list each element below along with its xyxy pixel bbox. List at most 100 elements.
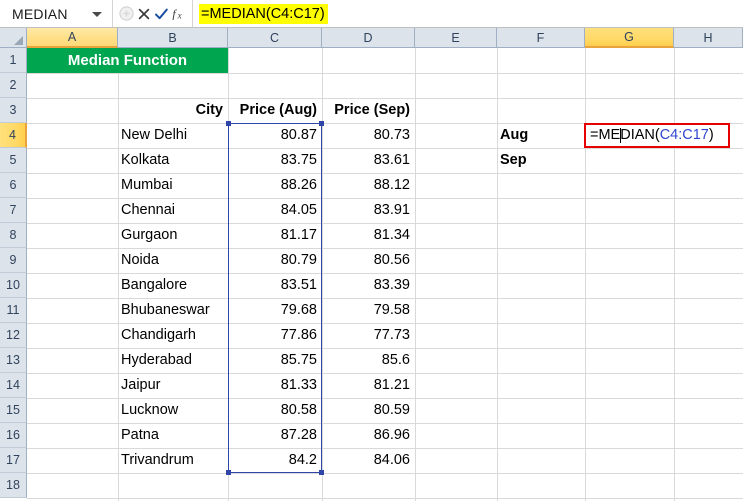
cell-text: City (195, 102, 223, 119)
cell-price-sep-5[interactable]: 83.61 (322, 148, 415, 173)
cell-price-aug-12[interactable]: 77.86 (228, 323, 322, 348)
cell-text: Bhubaneswar (121, 302, 210, 319)
cell-price-sep-6[interactable]: 88.12 (322, 173, 415, 198)
cell-city-15[interactable]: Lucknow (118, 398, 228, 423)
column-header-label: F (536, 30, 545, 45)
column-header-h[interactable]: H (674, 28, 743, 48)
select-all-triangle-icon (14, 36, 23, 45)
cell-city-6[interactable]: Mumbai (118, 173, 228, 198)
column-header-c[interactable]: C (228, 28, 322, 48)
cell-city-17[interactable]: Trivandrum (118, 448, 228, 473)
cell-price-aug-9[interactable]: 80.79 (228, 248, 322, 273)
cell-price-sep-17[interactable]: 84.06 (322, 448, 415, 473)
cell-price-sep-8[interactable]: 81.34 (322, 223, 415, 248)
cell-text: 85.6 (381, 352, 410, 369)
row-header-12[interactable]: 12 (0, 323, 27, 348)
column-header-label: B (168, 30, 177, 45)
cell-city-11[interactable]: Bhubaneswar (118, 298, 228, 323)
row-header-1[interactable]: 1 (0, 48, 27, 73)
row-header-14[interactable]: 14 (0, 373, 27, 398)
cell-price-sep-9[interactable]: 80.56 (322, 248, 415, 273)
cell-price-sep-7[interactable]: 83.91 (322, 198, 415, 223)
row-header-3[interactable]: 3 (0, 98, 27, 123)
cell-price-aug-5[interactable]: 83.75 (228, 148, 322, 173)
cell-city-9[interactable]: Noida (118, 248, 228, 273)
row-header-6[interactable]: 6 (0, 173, 27, 198)
cell-city-12[interactable]: Chandigarh (118, 323, 228, 348)
cell-price-aug-10[interactable]: 83.51 (228, 273, 322, 298)
cell-price-aug-6[interactable]: 88.26 (228, 173, 322, 198)
fx-icon[interactable]: f x (172, 6, 187, 21)
cell-price-sep-4[interactable]: 80.73 (322, 123, 415, 148)
row-header-8[interactable]: 8 (0, 223, 27, 248)
column-header-g[interactable]: G (585, 28, 674, 48)
enter-icon[interactable] (154, 7, 169, 21)
formula-input[interactable]: =MEDIAN(C4:C17) (193, 0, 743, 27)
cell-price-aug-4[interactable]: 80.87 (228, 123, 322, 148)
header-city[interactable]: City (118, 98, 228, 123)
header-price-sep[interactable]: Price (Sep) (322, 98, 415, 123)
cell-text: 79.58 (373, 302, 410, 319)
column-header-e[interactable]: E (415, 28, 497, 48)
header-price-aug[interactable]: Price (Aug) (228, 98, 322, 123)
cell-city-13[interactable]: Hyderabad (118, 348, 228, 373)
cell-price-aug-13[interactable]: 85.75 (228, 348, 322, 373)
label-aug[interactable]: Aug (497, 123, 585, 148)
cell-price-aug-17[interactable]: 84.2 (228, 448, 322, 473)
cell-price-sep-10[interactable]: 83.39 (322, 273, 415, 298)
column-header-a[interactable]: A (27, 28, 118, 48)
cell-city-7[interactable]: Chennai (118, 198, 228, 223)
cell-city-16[interactable]: Patna (118, 423, 228, 448)
row-header-15[interactable]: 15 (0, 398, 27, 423)
row-header-label: 18 (6, 478, 20, 492)
row-header-label: 5 (9, 153, 17, 167)
cell-price-sep-13[interactable]: 85.6 (322, 348, 415, 373)
cell-city-10[interactable]: Bangalore (118, 273, 228, 298)
column-header-f[interactable]: F (497, 28, 585, 48)
cell-price-aug-11[interactable]: 79.68 (228, 298, 322, 323)
row-header-label: 17 (6, 453, 20, 467)
column-header-d[interactable]: D (322, 28, 415, 48)
cell-price-aug-15[interactable]: 80.58 (228, 398, 322, 423)
active-cell-g4[interactable]: =ME DIAN(C4:C17) (584, 123, 730, 148)
row-header-2[interactable]: 2 (0, 73, 27, 98)
row-header-16[interactable]: 16 (0, 423, 27, 448)
cancel-icon[interactable] (137, 7, 151, 21)
cell-price-sep-16[interactable]: 86.96 (322, 423, 415, 448)
cell-price-sep-11[interactable]: 79.58 (322, 298, 415, 323)
select-all-corner[interactable] (0, 28, 27, 48)
row-header-10[interactable]: 10 (0, 273, 27, 298)
cell-text: 87.28 (280, 427, 317, 444)
cell-price-aug-7[interactable]: 84.05 (228, 198, 322, 223)
row-header-13[interactable]: 13 (0, 348, 27, 373)
cell-city-5[interactable]: Kolkata (118, 148, 228, 173)
row-header-9[interactable]: 9 (0, 248, 27, 273)
cell-price-sep-15[interactable]: 80.59 (322, 398, 415, 423)
cell-price-aug-16[interactable]: 87.28 (228, 423, 322, 448)
cell-price-aug-14[interactable]: 81.33 (228, 373, 322, 398)
row-header-17[interactable]: 17 (0, 448, 27, 473)
row-header-7[interactable]: 7 (0, 198, 27, 223)
spreadsheet-grid[interactable]: Median Function City Price (Aug) Price (Sep… (27, 48, 743, 501)
cell-text: New Delhi (121, 127, 188, 144)
cell-price-sep-14[interactable]: 81.21 (322, 373, 415, 398)
chevron-down-icon[interactable] (92, 11, 102, 17)
row-header-4[interactable]: 4 (0, 123, 27, 148)
column-header-b[interactable]: B (118, 28, 228, 48)
name-box[interactable]: MEDIAN (0, 0, 113, 27)
formula-function-name: DIAN( (620, 127, 660, 144)
title-banner[interactable]: Median Function (27, 48, 228, 73)
cell-price-aug-8[interactable]: 81.17 (228, 223, 322, 248)
cell-text: 77.86 (280, 327, 317, 344)
cell-city-14[interactable]: Jaipur (118, 373, 228, 398)
row-header-18[interactable]: 18 (0, 473, 27, 498)
cell-city-8[interactable]: Gurgaon (118, 223, 228, 248)
insert-function-disabled-icon (118, 6, 134, 21)
cell-text: Noida (121, 252, 159, 269)
cell-price-sep-12[interactable]: 77.73 (322, 323, 415, 348)
formula-bar: MEDIAN f x =MEDIAN(C4:C17) (0, 0, 743, 28)
row-header-5[interactable]: 5 (0, 148, 27, 173)
label-sep[interactable]: Sep (497, 148, 585, 173)
cell-city-4[interactable]: New Delhi (118, 123, 228, 148)
row-header-11[interactable]: 11 (0, 298, 27, 323)
